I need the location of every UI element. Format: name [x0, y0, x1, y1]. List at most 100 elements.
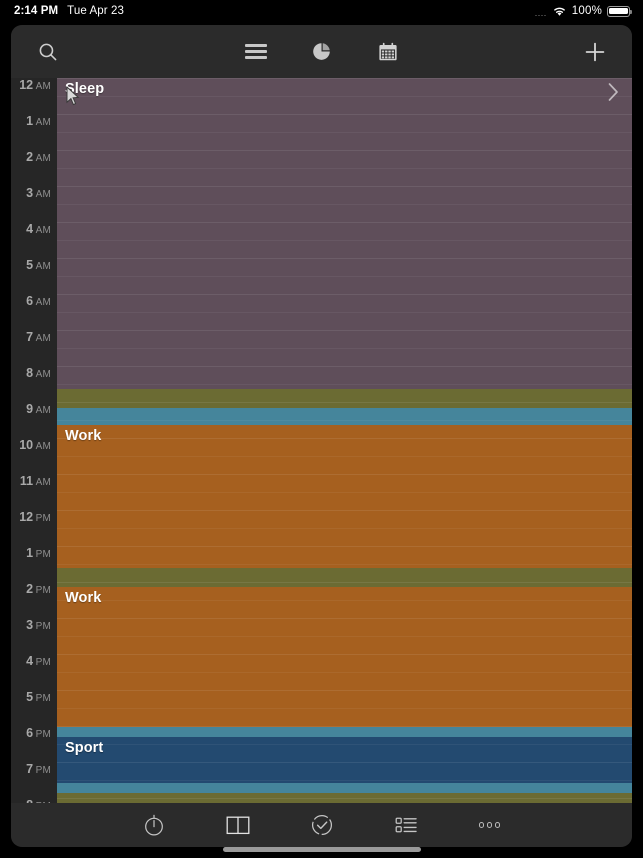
hour-meridiem: PM — [35, 621, 51, 632]
status-bar: 2:14 PM Tue Apr 23 .... 100% — [0, 0, 643, 22]
hour-label: 7 AM — [26, 329, 51, 345]
hour-label: 12 PM — [19, 509, 51, 525]
day-timeline[interactable]: SleepWorkWorkSportRead 12AM1AM2AM3AM4AM5… — [11, 78, 632, 803]
bottom-tab-bar — [11, 803, 632, 847]
hour-meridiem: AM — [35, 81, 51, 92]
hour-label: 5 AM — [26, 257, 51, 273]
toolbar-view-switcher — [237, 35, 407, 69]
hour-number: 6 — [26, 294, 34, 308]
hour-label: 11 AM — [20, 473, 51, 489]
hour-meridiem: PM — [35, 585, 51, 596]
hour-number: 6 — [26, 726, 34, 740]
timeline-event[interactable] — [57, 793, 632, 803]
hour-label: 8 AM — [26, 365, 51, 381]
hour-number: 1 — [26, 546, 34, 560]
event-title: Work — [65, 428, 102, 444]
hour-meridiem: PM — [36, 801, 51, 804]
hour-meridiem: AM — [35, 405, 51, 416]
hour-meridiem: PM — [35, 765, 51, 776]
chevron-right-icon[interactable] — [607, 82, 620, 107]
battery-full-icon — [607, 5, 632, 17]
hour-meridiem: AM — [35, 369, 51, 380]
timeline-event[interactable]: Sport — [57, 737, 632, 783]
timeline-event[interactable] — [57, 408, 632, 425]
hour-label: 6 AM — [26, 293, 51, 309]
signal-dots: .... — [534, 8, 547, 18]
hour-meridiem: PM — [35, 693, 51, 704]
hour-number: 2 — [26, 582, 34, 596]
timeline-event[interactable] — [57, 783, 632, 793]
hour-meridiem: AM — [35, 117, 51, 128]
hour-number: 1 — [26, 114, 34, 128]
hour-label: 3 AM — [26, 185, 51, 201]
checklist-icon[interactable] — [386, 808, 426, 842]
hour-label: 5 PM — [26, 689, 51, 705]
home-indicator — [222, 847, 421, 852]
hour-meridiem: AM — [35, 477, 51, 488]
status-bar-right: .... 100% — [534, 5, 632, 18]
hour-label: 1 PM — [26, 545, 51, 561]
hour-number: 4 — [26, 222, 34, 236]
event-title: Sleep — [65, 81, 105, 97]
event-title: Sport — [65, 740, 104, 756]
hour-number: 7 — [26, 330, 34, 344]
hour-label: 12 AM — [19, 78, 51, 93]
hour-meridiem: PM — [35, 549, 51, 560]
hour-label: 2 AM — [26, 149, 51, 165]
pie-chart-icon[interactable] — [303, 35, 341, 69]
hour-label: 9 AM — [26, 401, 51, 417]
hour-number: 8 — [26, 798, 33, 803]
hour-label: 6 PM — [26, 725, 51, 741]
hour-number: 10 — [19, 438, 34, 452]
hour-label: 4 AM — [26, 221, 51, 237]
hour-number: 8 — [26, 366, 34, 380]
timeline-event[interactable] — [57, 727, 632, 737]
stopwatch-icon[interactable] — [134, 808, 174, 842]
timeline-event[interactable] — [57, 568, 632, 587]
hour-meridiem: AM — [35, 297, 51, 308]
hour-meridiem: PM — [35, 729, 51, 740]
calendar-icon[interactable] — [369, 35, 407, 69]
hour-meridiem: AM — [35, 441, 51, 452]
hamburger-menu-icon[interactable] — [237, 35, 275, 69]
wifi-icon — [552, 6, 567, 17]
hour-number: 3 — [26, 618, 34, 632]
book-icon[interactable] — [218, 808, 258, 842]
status-bar-left: 2:14 PM Tue Apr 23 — [14, 5, 124, 17]
battery-percent: 100% — [571, 5, 602, 17]
hour-label: 8PM — [26, 797, 51, 803]
hour-number: 9 — [26, 402, 34, 416]
hour-number: 11 — [19, 474, 34, 488]
hour-meridiem: AM — [35, 333, 51, 344]
app-window: SleepWorkWorkSportRead 12AM1AM2AM3AM4AM5… — [11, 25, 632, 847]
timeline-event[interactable]: Work — [57, 587, 632, 727]
status-date: Tue Apr 23 — [67, 5, 125, 17]
hour-label: 7 PM — [26, 761, 51, 777]
hour-number: 7 — [26, 762, 34, 776]
hour-number: 5 — [26, 690, 34, 704]
events-column: SleepWorkWorkSportRead — [57, 78, 632, 803]
hour-label: 2 PM — [26, 581, 51, 597]
check-circle-icon[interactable] — [302, 808, 342, 842]
hour-number: 5 — [26, 258, 34, 272]
plus-icon[interactable] — [578, 35, 612, 69]
status-time: 2:14 PM — [14, 5, 59, 17]
more-icon[interactable] — [470, 808, 510, 842]
hour-meridiem: PM — [35, 657, 51, 668]
hour-number: 3 — [26, 186, 34, 200]
hour-meridiem: AM — [35, 225, 51, 236]
timeline-event[interactable]: Sleep — [57, 78, 632, 389]
hour-meridiem: AM — [35, 189, 51, 200]
top-toolbar — [11, 25, 632, 78]
search-icon[interactable] — [31, 35, 65, 69]
hour-number: 2 — [26, 150, 34, 164]
timeline-event[interactable]: Work — [57, 425, 632, 568]
hour-meridiem: AM — [35, 261, 51, 272]
hour-label: 4 PM — [26, 653, 51, 669]
hour-gutter: 12 AM 1 AM 2 AM 3 AM 4 AM 5 AM 6 AM 7 AM 8 AM 9 AM 10 AM 11 AM 1… — [11, 78, 57, 803]
hour-label: 10 AM — [19, 437, 51, 453]
hour-meridiem: PM — [35, 513, 51, 524]
timeline-event[interactable] — [57, 389, 632, 408]
hour-label: 1 AM — [26, 113, 51, 129]
hour-number: 12 — [19, 510, 34, 524]
